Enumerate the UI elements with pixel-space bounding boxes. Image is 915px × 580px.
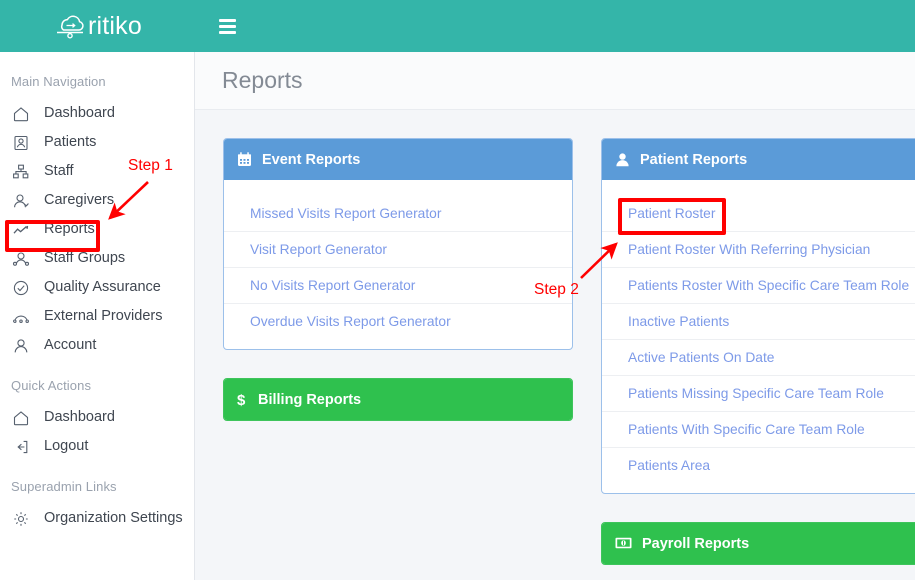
hamburger-icon[interactable]	[219, 19, 236, 34]
card-header-event-reports: Event Reports	[224, 139, 572, 180]
sidebar-item-label: Dashboard	[44, 410, 115, 425]
sidebar-item-label: Organization Settings	[44, 511, 183, 526]
card-column-right: Patient Reports Patient Roster Patient R…	[601, 138, 915, 580]
sidebar-heading-main-navigation: Main Navigation	[0, 68, 194, 99]
sidebar-item-dashboard[interactable]: Dashboard	[0, 99, 194, 128]
user-badge-icon	[12, 134, 30, 152]
sidebar-item-organization-settings[interactable]: Organization Settings	[0, 504, 194, 533]
sidebar-item-staff-groups[interactable]: Staff Groups	[0, 244, 194, 273]
sidebar-item-external-providers[interactable]: External Providers	[0, 302, 194, 331]
page-header: Reports	[195, 52, 915, 110]
report-link-patients-roster-with-specific-care-team-role[interactable]: Patients Roster With Specific Care Team …	[602, 268, 915, 304]
sidebar-item-quick-dashboard[interactable]: Dashboard	[0, 403, 194, 432]
top-bar: ritiko	[0, 0, 915, 52]
chart-line-icon	[12, 221, 30, 239]
home-icon	[12, 409, 30, 427]
card-event-reports: Event Reports Missed Visits Report Gener…	[223, 138, 573, 350]
app-root: ritiko Main Navigation Dashboard Patient…	[0, 0, 915, 580]
sidebar-heading-superadmin-links: Superadmin Links	[0, 473, 194, 504]
calendar-icon	[237, 152, 252, 167]
report-link-patients-missing-specific-care-team-role[interactable]: Patients Missing Specific Care Team Role	[602, 376, 915, 412]
dollar-icon: $	[237, 392, 248, 408]
card-title: Patient Reports	[640, 152, 747, 168]
sidebar-item-label: Caregivers	[44, 193, 114, 208]
page-title: Reports	[222, 67, 303, 94]
sidebar-item-logout[interactable]: Logout	[0, 432, 194, 461]
sidebar-item-patients[interactable]: Patients	[0, 128, 194, 157]
card-header-patient-reports: Patient Reports	[602, 139, 915, 180]
report-link-no-visits-report-generator[interactable]: No Visits Report Generator	[224, 268, 572, 304]
card-header-billing-reports: $ Billing Reports	[224, 379, 572, 420]
sidebar-item-label: Quality Assurance	[44, 280, 161, 295]
user-icon	[615, 152, 630, 167]
report-card-grid: Event Reports Missed Visits Report Gener…	[195, 110, 915, 580]
report-link-patients-with-specific-care-team-role[interactable]: Patients With Specific Care Team Role	[602, 412, 915, 448]
brand-logo-area[interactable]: ritiko	[0, 0, 195, 52]
money-bill-icon	[615, 537, 632, 550]
report-link-patient-roster[interactable]: Patient Roster	[602, 196, 915, 232]
annotation-step-1-label: Step 1	[128, 157, 173, 175]
network-icon	[12, 308, 30, 326]
cloud-icon	[53, 11, 87, 41]
sidebar-item-label: Logout	[44, 439, 88, 454]
sidebar-item-label: External Providers	[44, 309, 162, 324]
check-circle-icon	[12, 279, 30, 297]
card-title: Payroll Reports	[642, 536, 749, 552]
sidebar-item-label: Account	[44, 338, 96, 353]
report-link-active-patients-on-date[interactable]: Active Patients On Date	[602, 340, 915, 376]
brand-name: ritiko	[88, 14, 142, 39]
logout-icon	[12, 438, 30, 456]
sidebar-item-quality-assurance[interactable]: Quality Assurance	[0, 273, 194, 302]
home-icon	[12, 105, 30, 123]
report-link-patients-area[interactable]: Patients Area	[602, 448, 915, 483]
card-payroll-reports: Payroll Reports	[601, 522, 915, 565]
sidebar-heading-quick-actions: Quick Actions	[0, 372, 194, 403]
card-body-event-reports: Missed Visits Report Generator Visit Rep…	[224, 180, 572, 349]
svg-text:$: $	[237, 392, 246, 408]
user-group-icon	[12, 250, 30, 268]
sidebar-item-account[interactable]: Account	[0, 331, 194, 360]
card-title: Event Reports	[262, 152, 360, 168]
main-content: Reports Event Reports Missed Visits Repo…	[195, 52, 915, 580]
gear-icon	[12, 510, 30, 528]
card-billing-reports: $ Billing Reports	[223, 378, 573, 421]
sidebar-item-label: Reports	[44, 222, 95, 237]
user-icon	[12, 337, 30, 355]
sidebar-item-reports[interactable]: Reports	[0, 215, 194, 244]
sidebar-item-label: Patients	[44, 135, 96, 150]
sidebar-item-label: Staff Groups	[44, 251, 125, 266]
annotation-step-2-label: Step 2	[534, 281, 579, 299]
user-check-icon	[12, 192, 30, 210]
sidebar-item-label: Dashboard	[44, 106, 115, 121]
card-title: Billing Reports	[258, 392, 361, 408]
card-body-patient-reports: Patient Roster Patient Roster With Refer…	[602, 180, 915, 493]
card-patient-reports: Patient Reports Patient Roster Patient R…	[601, 138, 915, 494]
report-link-missed-visits-report-generator[interactable]: Missed Visits Report Generator	[224, 196, 572, 232]
report-link-patient-roster-with-referring-physician[interactable]: Patient Roster With Referring Physician	[602, 232, 915, 268]
org-chart-icon	[12, 163, 30, 181]
sidebar-item-label: Staff	[44, 164, 74, 179]
sidebar: Main Navigation Dashboard Patients Staff…	[0, 52, 195, 580]
report-link-inactive-patients[interactable]: Inactive Patients	[602, 304, 915, 340]
sidebar-item-caregivers[interactable]: Caregivers	[0, 186, 194, 215]
report-link-overdue-visits-report-generator[interactable]: Overdue Visits Report Generator	[224, 304, 572, 339]
report-link-visit-report-generator[interactable]: Visit Report Generator	[224, 232, 572, 268]
card-column-left: Event Reports Missed Visits Report Gener…	[223, 138, 573, 580]
card-header-payroll-reports: Payroll Reports	[602, 523, 915, 564]
